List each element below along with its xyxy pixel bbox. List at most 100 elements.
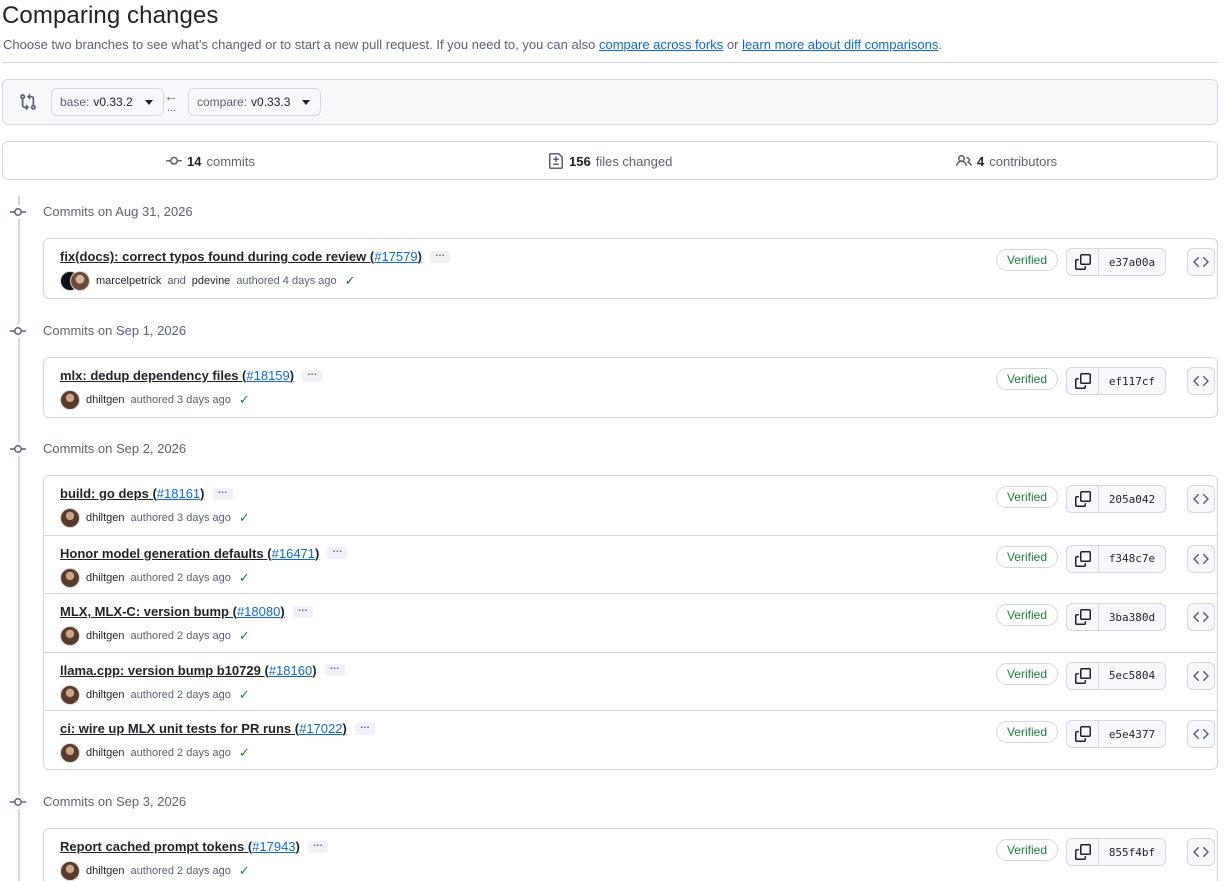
- learn-diff-link[interactable]: learn more about diff comparisons: [742, 37, 938, 52]
- commit-message-link[interactable]: llama.cpp: version bump b10729: [60, 663, 261, 678]
- author-link[interactable]: dhiltgen: [86, 865, 125, 877]
- author-link[interactable]: dhiltgen: [86, 394, 125, 406]
- commit-sha-link[interactable]: 205a042: [1099, 486, 1165, 512]
- commits-tab[interactable]: 14 commits: [166, 153, 255, 169]
- pull-request-link[interactable]: #17579: [374, 249, 417, 264]
- commit-title[interactable]: Report cached prompt tokens (#17943)…: [60, 838, 328, 854]
- expand-message-button[interactable]: …: [292, 603, 313, 618]
- browse-repo-button[interactable]: [1187, 603, 1215, 631]
- commit-message-link[interactable]: Honor model generation defaults: [60, 546, 264, 561]
- authored-time: authored 3 days ago: [130, 512, 231, 524]
- avatar[interactable]: [60, 743, 80, 763]
- avatar[interactable]: [60, 567, 80, 588]
- contributors-tab[interactable]: 4 contributors: [956, 153, 1057, 169]
- avatar[interactable]: [60, 508, 80, 528]
- commit-sha-link[interactable]: 5ec5804: [1099, 663, 1165, 689]
- verified-badge[interactable]: Verified: [995, 368, 1058, 390]
- commit-title[interactable]: Honor model generation defaults (#16471)…: [60, 545, 348, 561]
- expand-message-button[interactable]: …: [212, 485, 233, 500]
- expand-message-button[interactable]: …: [429, 248, 450, 263]
- copy-sha-button[interactable]: [1067, 839, 1099, 865]
- commit-sha-link[interactable]: 3ba380d: [1099, 604, 1165, 630]
- pull-request-link[interactable]: #18080: [237, 604, 280, 619]
- commit-sha-link[interactable]: ef117cf: [1099, 368, 1165, 394]
- copy-sha-button[interactable]: [1067, 604, 1099, 630]
- commit-message-link[interactable]: Report cached prompt tokens: [60, 839, 244, 854]
- expand-message-button[interactable]: …: [307, 838, 328, 853]
- browse-repo-button[interactable]: [1187, 720, 1215, 748]
- author-link[interactable]: dhiltgen: [86, 747, 125, 759]
- verified-badge[interactable]: Verified: [995, 604, 1058, 626]
- browse-repo-button[interactable]: [1187, 838, 1215, 866]
- author-link[interactable]: dhiltgen: [86, 572, 125, 584]
- pull-request-link[interactable]: #17943: [252, 839, 295, 854]
- commit-meta: dhiltgen authored 2 days ago ✓: [60, 626, 250, 646]
- pull-request-link[interactable]: #17022: [299, 721, 342, 736]
- check-icon[interactable]: ✓: [239, 392, 250, 408]
- pull-request-link[interactable]: #18161: [157, 486, 200, 501]
- copy-sha-button[interactable]: [1067, 721, 1099, 747]
- verified-badge[interactable]: Verified: [995, 662, 1058, 685]
- commit-sha-link[interactable]: 855f4bf: [1099, 839, 1165, 865]
- commit-sha-link[interactable]: f348c7e: [1099, 546, 1165, 572]
- copy-sha-button[interactable]: [1067, 486, 1099, 512]
- commit-title[interactable]: llama.cpp: version bump b10729 (#18160)…: [60, 662, 345, 678]
- commit-title[interactable]: fix(docs): correct typos found during co…: [60, 248, 450, 264]
- author-link[interactable]: pdevine: [192, 275, 231, 287]
- pull-request-link[interactable]: #18160: [269, 663, 312, 678]
- expand-message-button[interactable]: …: [327, 545, 348, 559]
- author-link[interactable]: dhiltgen: [86, 630, 125, 642]
- verified-badge[interactable]: Verified: [995, 839, 1058, 861]
- verified-badge[interactable]: Verified: [995, 249, 1058, 271]
- copy-sha-button[interactable]: [1067, 368, 1099, 394]
- check-icon[interactable]: ✓: [239, 510, 250, 526]
- avatar[interactable]: [60, 626, 80, 646]
- commit-message-link[interactable]: mlx: dedup dependency files: [60, 368, 238, 383]
- commit-message-link[interactable]: fix(docs): correct typos found during co…: [60, 249, 366, 264]
- author-link[interactable]: dhiltgen: [86, 512, 125, 524]
- author-link[interactable]: dhiltgen: [86, 689, 125, 701]
- pull-request-link[interactable]: #18159: [246, 368, 289, 383]
- avatar[interactable]: [70, 271, 90, 291]
- verified-badge[interactable]: Verified: [995, 721, 1058, 743]
- commit-message-link[interactable]: ci: wire up MLX unit tests for PR runs: [60, 721, 291, 736]
- range-dots[interactable]: ...: [167, 102, 176, 114]
- expand-message-button[interactable]: …: [354, 720, 375, 735]
- browse-repo-button[interactable]: [1187, 661, 1215, 690]
- verified-badge[interactable]: Verified: [995, 486, 1058, 508]
- browse-repo-button[interactable]: [1187, 485, 1215, 513]
- check-icon[interactable]: ✓: [239, 687, 250, 703]
- avatar-stack[interactable]: [60, 271, 90, 291]
- copy-sha-button[interactable]: [1067, 249, 1099, 275]
- expand-message-button[interactable]: …: [302, 367, 323, 382]
- browse-repo-button[interactable]: [1187, 544, 1215, 573]
- browse-repo-button[interactable]: [1187, 248, 1215, 276]
- avatar[interactable]: [60, 861, 80, 881]
- compare-forks-link[interactable]: compare across forks: [599, 37, 723, 52]
- commit-sha-link[interactable]: e5e4377: [1099, 721, 1165, 747]
- commit-message-link[interactable]: MLX, MLX-C: version bump: [60, 604, 229, 619]
- check-icon[interactable]: ✓: [239, 570, 250, 586]
- compare-branch-select[interactable]: compare: v0.33.3: [188, 88, 322, 116]
- browse-repo-button[interactable]: [1187, 367, 1215, 395]
- avatar[interactable]: [60, 684, 80, 705]
- commit-title[interactable]: mlx: dedup dependency files (#18159)…: [60, 367, 323, 383]
- author-link[interactable]: marcelpetrick: [96, 275, 161, 287]
- check-icon[interactable]: ✓: [345, 273, 356, 289]
- copy-sha-button[interactable]: [1067, 662, 1099, 689]
- base-branch-select[interactable]: base: v0.33.2: [51, 88, 164, 116]
- commit-title[interactable]: ci: wire up MLX unit tests for PR runs (…: [60, 720, 375, 736]
- copy-sha-button[interactable]: [1067, 545, 1099, 572]
- commit-message-link[interactable]: build: go deps: [60, 486, 149, 501]
- check-icon[interactable]: ✓: [239, 745, 250, 761]
- expand-message-button[interactable]: …: [324, 662, 345, 676]
- commit-title[interactable]: build: go deps (#18161)…: [60, 485, 233, 501]
- commit-sha-link[interactable]: e37a00a: [1099, 249, 1165, 275]
- files-tab[interactable]: 156 files changed: [548, 153, 672, 169]
- commit-title[interactable]: MLX, MLX-C: version bump (#18080)…: [60, 603, 313, 619]
- check-icon[interactable]: ✓: [239, 863, 250, 879]
- verified-badge[interactable]: Verified: [995, 545, 1058, 568]
- check-icon[interactable]: ✓: [239, 628, 250, 644]
- pull-request-link[interactable]: #16471: [272, 546, 315, 561]
- avatar[interactable]: [60, 390, 80, 410]
